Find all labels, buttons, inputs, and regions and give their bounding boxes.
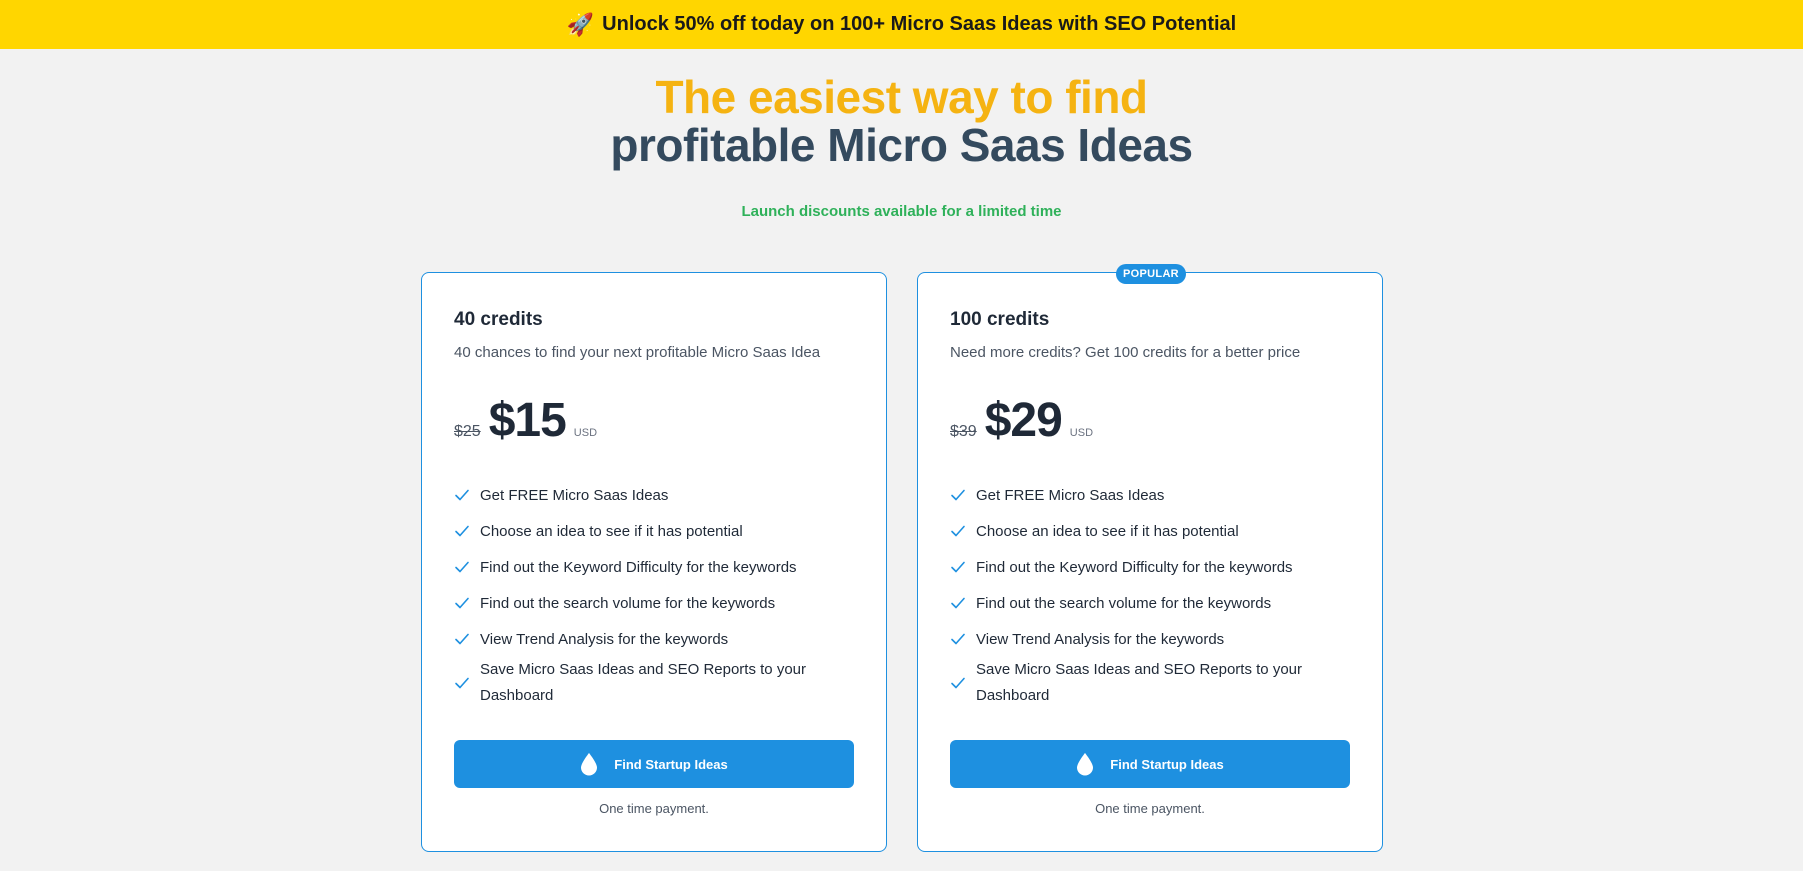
- feature-item: Get FREE Micro Saas Ideas: [454, 477, 854, 513]
- hero-title-line-1: The easiest way to find: [655, 71, 1148, 123]
- current-price: $15: [488, 394, 567, 447]
- feature-item: Find out the search volume for the keywo…: [454, 585, 854, 621]
- payment-note: One time payment.: [1095, 801, 1205, 816]
- button-label: Find Startup Ideas: [614, 756, 728, 772]
- feature-text: Save Micro Saas Ideas and SEO Reports to…: [480, 661, 806, 704]
- feature-item: Save Micro Saas Ideas and SEO Reports to…: [454, 657, 854, 709]
- feature-list: Get FREE Micro Saas Ideas Choose an idea…: [950, 477, 1350, 709]
- plan-title: 40 credits: [454, 309, 543, 330]
- feature-item: View Trend Analysis for the keywords: [454, 621, 854, 657]
- button-label: Find Startup Ideas: [1110, 756, 1224, 772]
- check-icon: [454, 595, 474, 611]
- current-price: $29: [984, 394, 1063, 447]
- droplet-icon: [580, 752, 598, 776]
- check-icon: [454, 675, 474, 691]
- old-price: $39: [950, 423, 977, 440]
- plan-price: $39 $29 USD: [950, 393, 1093, 448]
- check-icon: [454, 487, 474, 503]
- check-icon: [950, 487, 970, 503]
- find-startup-ideas-button[interactable]: Find Startup Ideas: [950, 740, 1350, 788]
- check-icon: [950, 631, 970, 647]
- feature-text: Find out the Keyword Difficulty for the …: [480, 558, 797, 576]
- promo-banner[interactable]: 🚀 Unlock 50% off today on 100+ Micro Saa…: [0, 0, 1803, 49]
- feature-text: View Trend Analysis for the keywords: [976, 630, 1225, 648]
- feature-text: Get FREE Micro Saas Ideas: [976, 486, 1165, 504]
- feature-text: View Trend Analysis for the keywords: [480, 630, 729, 648]
- droplet-icon: [1076, 752, 1094, 776]
- find-startup-ideas-button[interactable]: Find Startup Ideas: [454, 740, 854, 788]
- check-icon: [950, 675, 970, 691]
- feature-list: Get FREE Micro Saas Ideas Choose an idea…: [454, 477, 854, 709]
- feature-item: Find out the search volume for the keywo…: [950, 585, 1350, 621]
- plan-description: 40 chances to find your next profitable …: [454, 344, 821, 361]
- check-icon: [950, 523, 970, 539]
- currency-label: USD: [573, 427, 598, 439]
- feature-item: Find out the Keyword Difficulty for the …: [454, 549, 854, 585]
- feature-item: Save Micro Saas Ideas and SEO Reports to…: [950, 657, 1350, 709]
- hero-subtitle: Launch discounts available for a limited…: [741, 203, 1062, 220]
- feature-text: Find out the Keyword Difficulty for the …: [976, 558, 1293, 576]
- feature-item: Choose an idea to see if it has potentia…: [454, 513, 854, 549]
- payment-note: One time payment.: [599, 801, 709, 816]
- pricing-card-100-credits: POPULAR 100 credits Need more credits? G…: [917, 264, 1383, 852]
- rocket-icon: 🚀: [566, 11, 595, 37]
- promo-banner-text: Unlock 50% off today on 100+ Micro Saas …: [602, 13, 1237, 35]
- feature-text: Choose an idea to see if it has potentia…: [480, 522, 743, 540]
- check-icon: [950, 559, 970, 575]
- plan-description: Need more credits? Get 100 credits for a…: [950, 344, 1301, 361]
- feature-item: Choose an idea to see if it has potentia…: [950, 513, 1350, 549]
- old-price: $25: [454, 423, 481, 440]
- check-icon: [454, 559, 474, 575]
- plan-price: $25 $15 USD: [454, 393, 597, 448]
- pricing-card-40-credits: 40 credits 40 chances to find your next …: [421, 272, 887, 852]
- hero-title-line-2: profitable Micro Saas Ideas: [610, 119, 1193, 171]
- feature-text: Choose an idea to see if it has potentia…: [976, 522, 1239, 540]
- feature-text: Save Micro Saas Ideas and SEO Reports to…: [976, 661, 1302, 704]
- currency-label: USD: [1069, 427, 1094, 439]
- check-icon: [454, 523, 474, 539]
- feature-text: Find out the search volume for the keywo…: [480, 594, 776, 612]
- feature-text: Get FREE Micro Saas Ideas: [480, 486, 669, 504]
- feature-text: Find out the search volume for the keywo…: [976, 594, 1272, 612]
- feature-item: View Trend Analysis for the keywords: [950, 621, 1350, 657]
- plan-title: 100 credits: [950, 309, 1050, 330]
- feature-item: Find out the Keyword Difficulty for the …: [950, 549, 1350, 585]
- popular-badge: POPULAR: [1116, 264, 1186, 284]
- feature-item: Get FREE Micro Saas Ideas: [950, 477, 1350, 513]
- check-icon: [950, 595, 970, 611]
- check-icon: [454, 631, 474, 647]
